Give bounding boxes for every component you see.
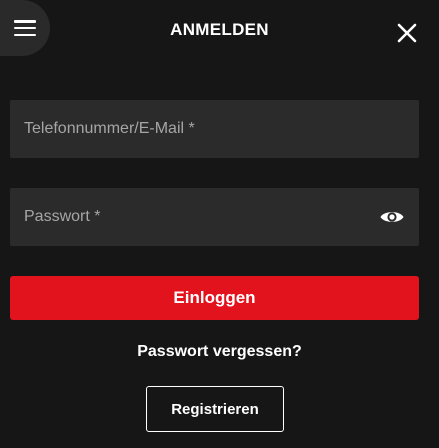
password-input[interactable] [10, 188, 419, 246]
header: ANMELDEN [0, 0, 439, 64]
password-visibility-toggle[interactable] [379, 207, 405, 227]
page-title: ANMELDEN [170, 20, 269, 39]
close-button[interactable] [395, 21, 419, 45]
register-button[interactable]: Registrieren [146, 386, 284, 432]
phone-email-input[interactable] [10, 100, 419, 158]
eye-icon [380, 212, 404, 222]
login-button[interactable]: Einloggen [10, 276, 419, 320]
login-screen: ANMELDEN Einloggen Passwort vergessen? R… [0, 0, 439, 448]
password-field-container [10, 188, 419, 246]
phone-email-field-container [10, 100, 419, 158]
close-icon [397, 23, 417, 43]
forgot-password-link[interactable]: Passwort vergessen? [0, 343, 439, 361]
